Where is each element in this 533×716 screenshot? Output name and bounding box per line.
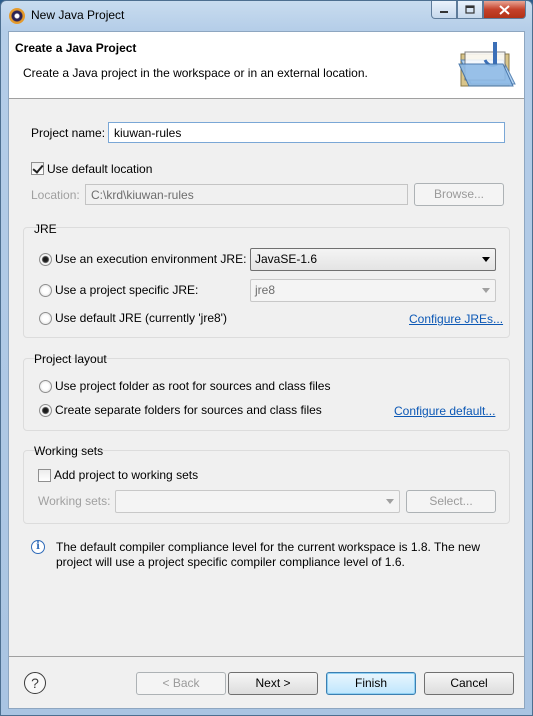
close-button[interactable] xyxy=(483,1,526,19)
configure-jres-link[interactable]: Configure JREs... xyxy=(409,312,503,326)
help-icon[interactable]: ? xyxy=(24,672,46,694)
layout-project-root-label: Use project folder as root for sources a… xyxy=(55,379,331,393)
layout-separate-folders-label: Create separate folders for sources and … xyxy=(55,403,322,417)
maximize-button[interactable] xyxy=(457,1,483,19)
minimize-button[interactable] xyxy=(431,1,457,19)
compliance-info-message: The default compiler compliance level fo… xyxy=(56,540,480,569)
close-icon xyxy=(499,4,510,15)
add-to-working-sets-checkbox[interactable] xyxy=(38,469,51,482)
window-controls xyxy=(431,1,526,19)
project-specific-jre-value: jre8 xyxy=(255,283,276,297)
browse-button[interactable]: Browse... xyxy=(414,183,504,206)
configure-default-link[interactable]: Configure default... xyxy=(394,404,495,418)
jre-project-specific-radio[interactable] xyxy=(39,284,52,297)
project-layout-group xyxy=(23,358,510,431)
jre-execution-environment-label: Use an execution environment JRE: xyxy=(55,252,247,266)
execution-environment-value: JavaSE-1.6 xyxy=(255,252,318,266)
dropdown-arrow-icon xyxy=(482,288,490,293)
new-java-project-wizard-icon xyxy=(458,42,516,87)
eclipse-app-icon xyxy=(9,8,25,24)
back-button[interactable]: < Back xyxy=(136,672,226,695)
info-icon: i xyxy=(31,540,45,554)
use-default-location-label: Use default location xyxy=(47,162,153,176)
next-button[interactable]: Next > xyxy=(228,672,318,695)
maximize-icon xyxy=(465,5,475,14)
layout-project-root-radio[interactable] xyxy=(39,380,52,393)
jre-execution-environment-radio[interactable] xyxy=(39,253,52,266)
jre-project-specific-label: Use a project specific JRE: xyxy=(55,283,199,297)
use-default-location-checkbox[interactable] xyxy=(31,162,44,175)
select-working-sets-button[interactable]: Select... xyxy=(406,490,496,513)
dropdown-arrow-icon xyxy=(482,257,490,262)
finish-button[interactable]: Finish xyxy=(326,672,416,695)
layout-separate-folders-radio[interactable] xyxy=(39,404,52,417)
jre-default-label: Use default JRE (currently 'jre8') xyxy=(55,311,227,325)
execution-environment-select[interactable]: JavaSE-1.6 xyxy=(250,248,496,271)
project-layout-group-title: Project layout xyxy=(34,352,107,366)
project-name-label: Project name: xyxy=(31,126,106,140)
title-bar[interactable]: New Java Project xyxy=(1,1,532,31)
project-specific-jre-select[interactable]: jre8 xyxy=(250,279,496,302)
jre-group-title: JRE xyxy=(34,222,57,236)
jre-default-radio[interactable] xyxy=(39,312,52,325)
dialog-client-area: Create a Java Project Create a Java proj… xyxy=(8,31,525,709)
new-java-project-window: New Java Project Create a Java Project C… xyxy=(0,0,533,716)
dropdown-arrow-icon xyxy=(386,499,394,504)
working-sets-label: Working sets: xyxy=(38,494,111,508)
footer-separator xyxy=(9,656,524,657)
wizard-title: Create a Java Project xyxy=(15,41,137,55)
project-name-input[interactable] xyxy=(108,122,505,143)
location-label: Location: xyxy=(31,188,80,202)
minimize-icon xyxy=(440,10,448,13)
window-title: New Java Project xyxy=(31,8,125,22)
wizard-header: Create a Java Project Create a Java proj… xyxy=(9,32,524,99)
location-input[interactable] xyxy=(85,184,408,205)
working-sets-group-title: Working sets xyxy=(34,444,104,458)
wizard-description: Create a Java project in the workspace o… xyxy=(23,66,368,80)
add-to-working-sets-label: Add project to working sets xyxy=(54,468,199,482)
cancel-button[interactable]: Cancel xyxy=(424,672,514,695)
working-sets-select[interactable] xyxy=(115,490,400,513)
